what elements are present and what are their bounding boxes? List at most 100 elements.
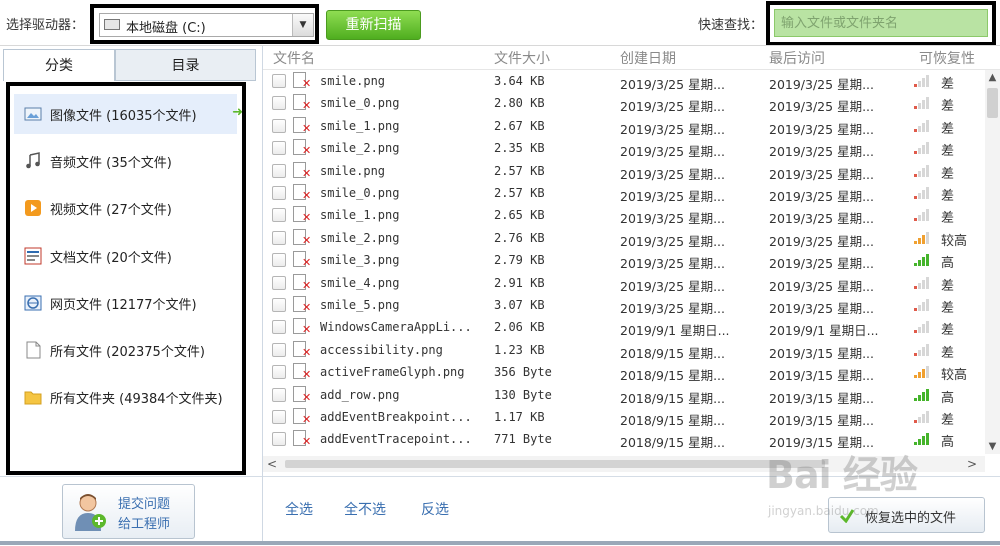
drive-label: 选择驱动器： [6,18,85,33]
rescan-button[interactable]: 重新扫描 [326,10,421,40]
row-checkbox[interactable] [272,163,286,178]
scroll-left-icon[interactable]: < [267,456,277,472]
file-name: smile_2.png [320,141,400,156]
file-name: addEventTracepoint... [320,432,472,447]
column-header-size[interactable]: 文件大小 [494,48,550,68]
drive-select[interactable]: 本地磁盘 (C:) ▼ [99,13,314,37]
row-checkbox[interactable] [272,208,286,223]
row-checkbox[interactable] [272,387,286,402]
row-checkbox[interactable] [272,275,286,290]
deleted-mark-icon: ✕ [302,390,312,404]
column-header-accessed[interactable]: 最后访问 [769,48,825,68]
tab-directory[interactable]: 目录 [115,49,256,81]
signal-bars-icon [914,231,930,244]
column-header-created[interactable]: 创建日期 [620,48,676,68]
created-date: 2019/9/1 星期日... [620,323,730,339]
recoverability-label: 差 [941,413,955,428]
row-checkbox[interactable] [272,342,286,357]
signal-bars-icon [914,388,930,401]
horizontal-scrollbar[interactable]: < > [263,456,985,472]
row-checkbox[interactable] [272,74,286,88]
row-checkbox[interactable] [272,141,286,156]
category-item[interactable]: 音频文件 (35个文件) [14,141,237,181]
category-item[interactable]: 网页文件 (12177个文件) [14,283,237,323]
table-row[interactable]: ✕ accessibility.png 1.23 KB 2018/9/15 星期...… [263,339,985,361]
row-checkbox[interactable] [272,365,286,380]
table-row[interactable]: ✕ smile_0.png 2.57 KB 2019/3/25 星期... 2019/3… [263,182,985,204]
row-checkbox[interactable] [272,230,286,245]
deleted-mark-icon: ✕ [302,99,312,113]
table-row[interactable]: ✕ smile.png 2.57 KB 2019/3/25 星期... 2019/3/2… [263,160,985,182]
signal-bars-icon [914,411,930,423]
music-note-icon [24,152,42,170]
chevron-down-icon[interactable]: ▼ [292,14,313,36]
table-row[interactable]: ✕ smile_2.png 2.35 KB 2019/3/25 星期... 2019/3… [263,137,985,159]
file-name: smile_4.png [320,275,400,290]
category-item[interactable]: 视频文件 (27个文件) [14,188,237,228]
scroll-right-icon[interactable]: > [967,456,977,472]
row-checkbox[interactable] [272,253,286,268]
category-item[interactable]: 文档文件 (20个文件) [14,236,237,276]
last-accessed: 2019/3/25 星期... [769,301,874,316]
file-size: 2.91 KB [494,275,545,290]
row-checkbox[interactable] [272,298,286,312]
signal-bars-icon [914,164,930,177]
horizontal-scroll-thumb[interactable] [285,460,825,468]
table-row[interactable]: ✕ smile_3.png 2.79 KB 2019/3/25 星期... 2019/3… [263,249,985,271]
file-name: accessibility.png [320,342,443,357]
table-row[interactable]: ✕ WindowsCameraAppLi... 2.06 KB 2019/9/1 星期… [263,316,985,338]
category-item[interactable]: 图像文件 (16035个文件) ➜ [14,94,243,134]
table-row[interactable]: ✕ smile_0.png 2.80 KB 2019/3/25 星期... 2019/3… [263,92,985,114]
signal-bars-icon [914,366,930,379]
created-date: 2018/9/15 星期... [620,390,725,406]
category-item[interactable]: 所有文件 (202375个文件) [14,330,237,370]
deleted-mark-icon: ✕ [302,345,312,359]
table-row[interactable]: ✕ addEventTracepoint... 771 Byte 2018/9/15 … [263,428,985,450]
row-checkbox[interactable] [272,320,286,335]
scroll-up-icon[interactable]: ▲ [985,70,1000,85]
column-header-recoverability[interactable]: 可恢复性 [919,48,975,68]
table-row[interactable]: ✕ smile_2.png 2.76 KB 2019/3/25 星期... 2019/3… [263,227,985,249]
created-date: 2018/9/15 星期... [620,368,725,384]
file-list: 文件名 文件大小 创建日期 最后访问 可恢复性 ✕ smile.png 3.64 K… [263,46,1000,476]
file-name: activeFrameGlyph.png [320,365,465,380]
category-item[interactable]: 所有文件夹 (49384个文件夹) [14,377,237,417]
action-bar: 全选 全不选 反选 恢复选中的文件 [263,476,1000,546]
column-header: 文件名 文件大小 创建日期 最后访问 可恢复性 [263,46,1000,70]
invert-selection-link[interactable]: 反选 [421,499,449,519]
created-date: 2019/3/25 星期... [620,77,725,92]
table-row[interactable]: ✕ smile_5.png 3.07 KB 2019/3/25 星期... 2019/3… [263,294,985,316]
row-checkbox[interactable] [272,410,286,424]
vertical-scroll-thumb[interactable] [987,88,998,118]
created-date: 2019/3/25 星期... [620,233,725,249]
deleted-mark-icon: ✕ [302,301,312,314]
row-checkbox[interactable] [272,118,286,133]
last-accessed: 2019/3/25 星期... [769,278,874,294]
contact-engineer-button[interactable]: 提交问题 给工程师 [62,484,195,539]
table-row[interactable]: ✕ activeFrameGlyph.png 356 Byte 2018/9/15 星… [263,361,985,383]
row-checkbox[interactable] [272,96,286,111]
engineer-icon [75,494,106,531]
search-input[interactable] [774,9,988,37]
sidebar-tabs: 分类 目录 [3,49,256,81]
deleted-mark-icon: ✕ [302,413,312,426]
file-name: smile_2.png [320,230,400,245]
table-row[interactable]: ✕ smile_1.png 2.65 KB 2019/3/25 星期... 2019/3… [263,204,985,226]
last-accessed: 2019/3/15 星期... [769,413,874,428]
scroll-down-icon[interactable]: ▼ [985,439,1000,454]
table-row[interactable]: ✕ smile.png 3.64 KB 2019/3/25 星期... 2019/3/2… [263,70,985,92]
recover-selected-button[interactable]: 恢复选中的文件 [828,497,985,533]
table-row[interactable]: ✕ smile_4.png 2.91 KB 2019/3/25 星期... 2019/3… [263,272,985,294]
column-header-name[interactable]: 文件名 [273,48,315,68]
last-accessed: 2019/3/25 星期... [769,121,874,137]
select-all-link[interactable]: 全选 [285,499,313,519]
file-size: 2.65 KB [494,208,545,223]
tab-category[interactable]: 分类 [3,49,115,81]
vertical-scrollbar[interactable]: ▲ ▼ [985,70,1000,454]
row-checkbox[interactable] [272,432,286,447]
table-row[interactable]: ✕ smile_1.png 2.67 KB 2019/3/25 星期... 2019/3… [263,115,985,137]
row-checkbox[interactable] [272,186,286,200]
table-row[interactable]: ✕ add_row.png 130 Byte 2018/9/15 星期... 2019/… [263,384,985,406]
table-row[interactable]: ✕ addEventBreakpoint... 1.17 KB 2018/9/15 星… [263,406,985,428]
select-none-link[interactable]: 全不选 [344,499,386,519]
